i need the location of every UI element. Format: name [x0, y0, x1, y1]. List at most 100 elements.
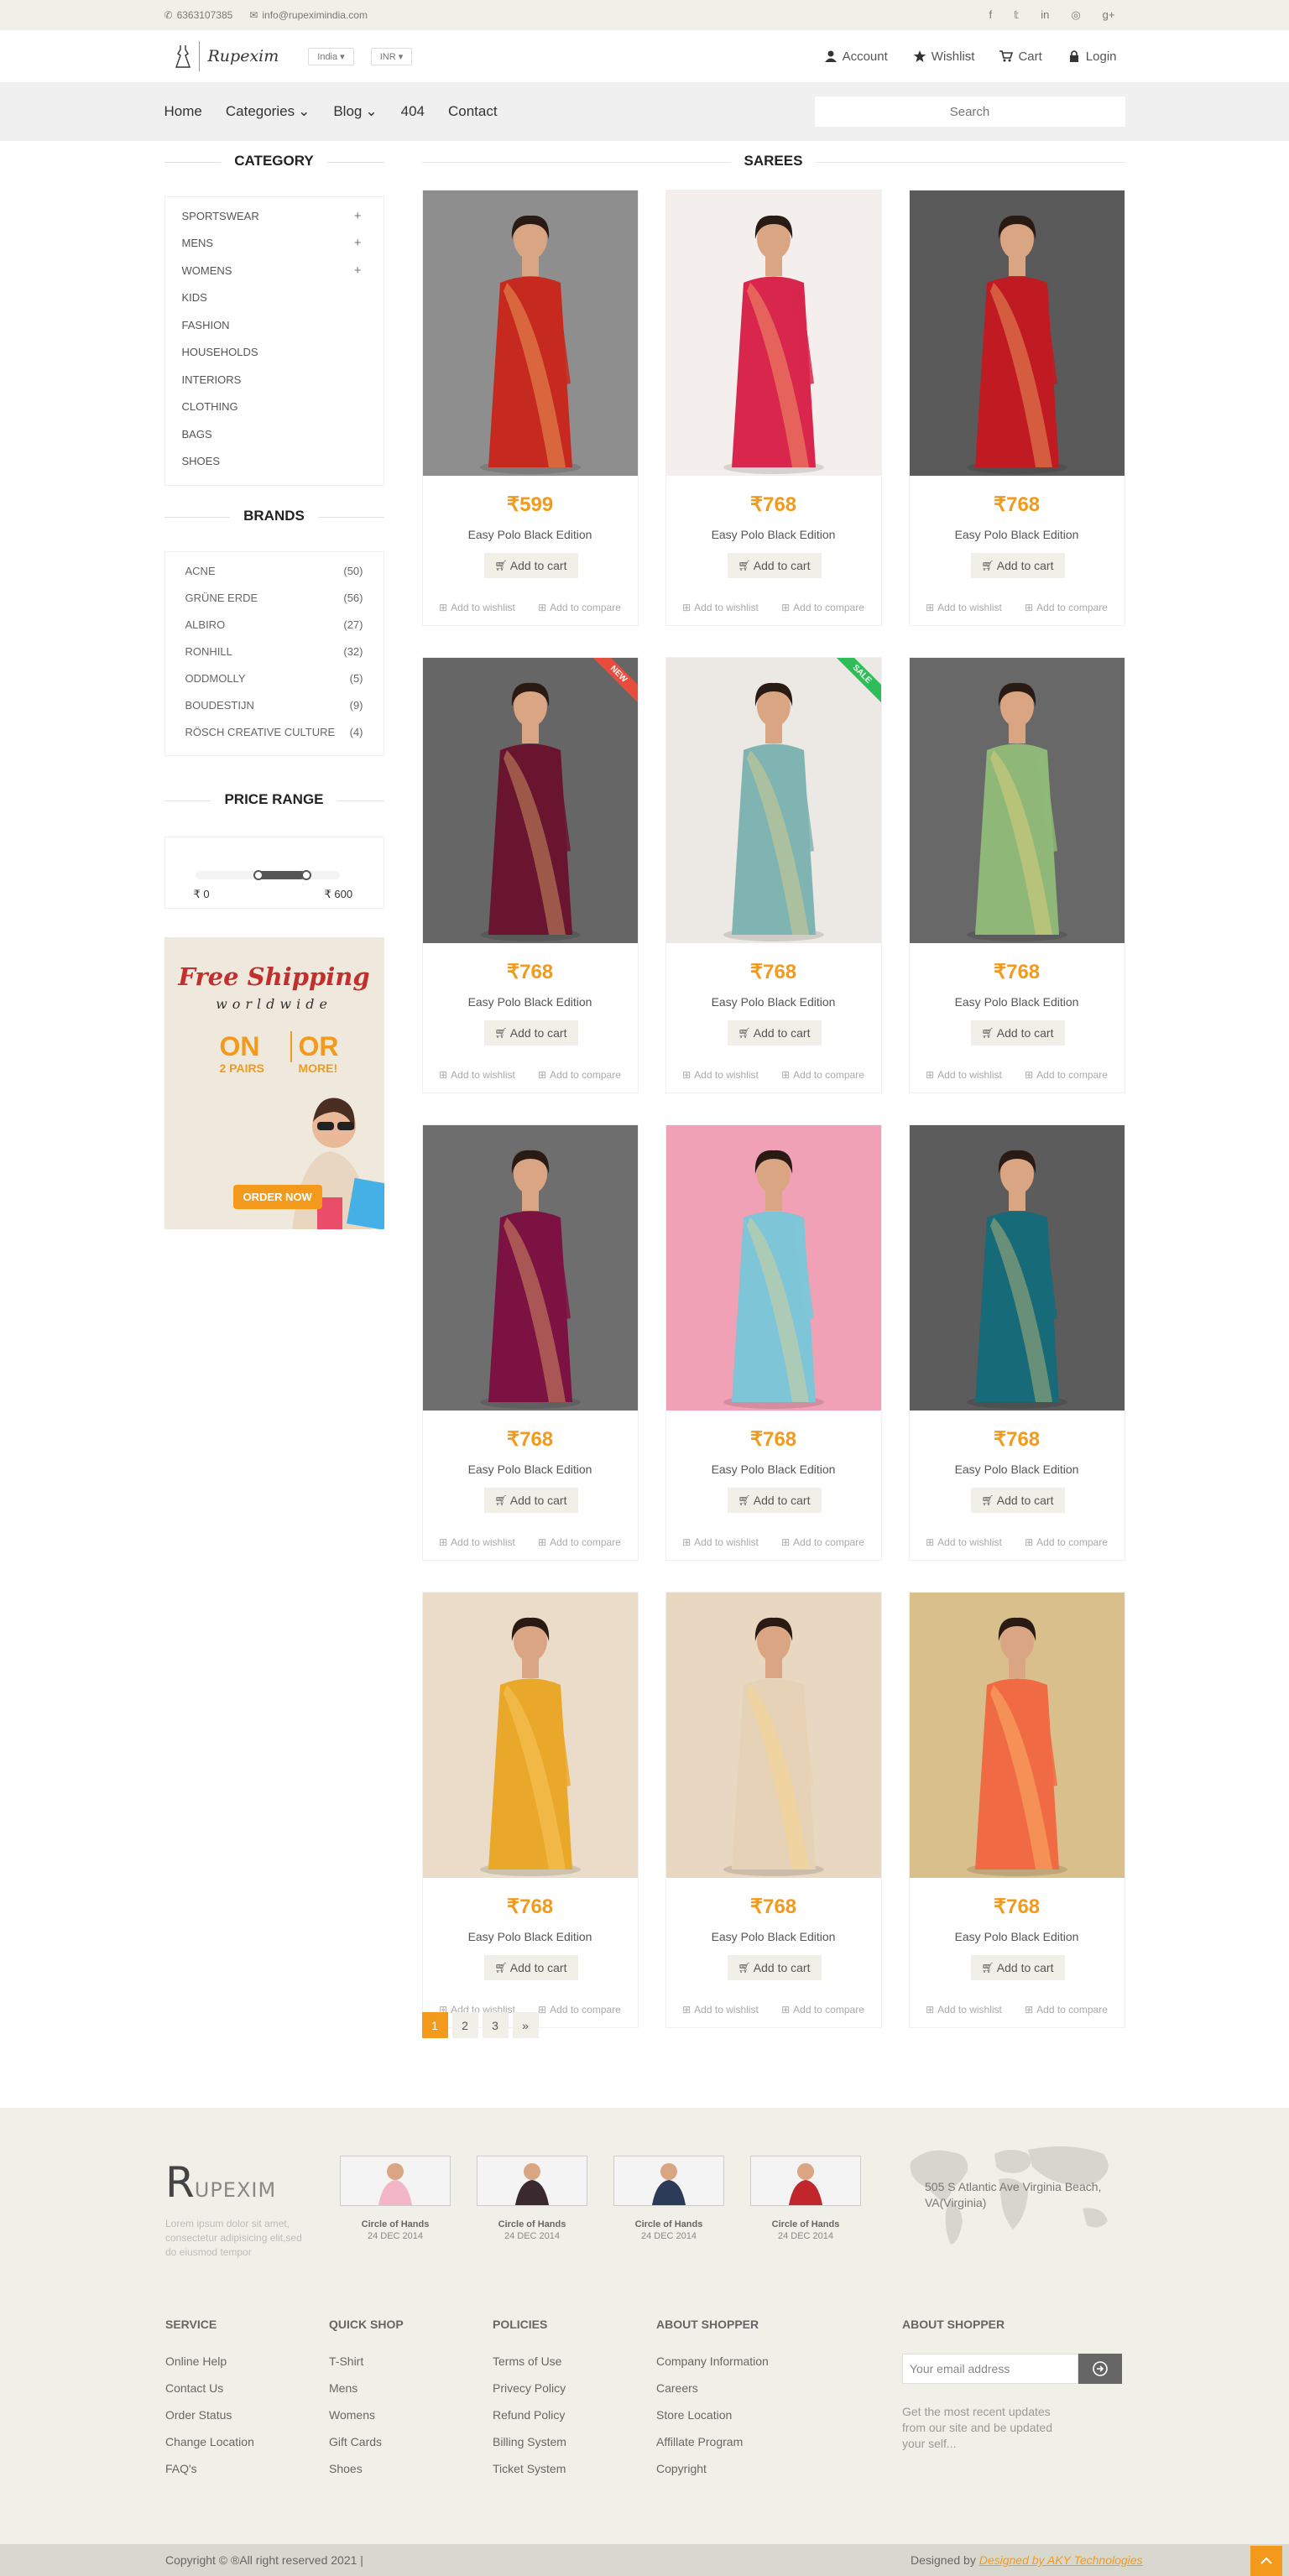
product-card[interactable]: ₹768 Easy Polo Black Edition 🛒︎ Add to cart… — [908, 1592, 1125, 2028]
footer-link[interactable]: Refund Policy — [493, 2408, 566, 2435]
menu-item-404[interactable]: 404 — [401, 103, 425, 120]
product-image[interactable] — [422, 1593, 638, 1878]
price-slider[interactable] — [195, 870, 340, 880]
footer-video-item[interactable]: Circle of Hands 24 DEC 2014 — [613, 2156, 724, 2241]
email-contact[interactable]: ✉ info@rupeximindia.com — [249, 9, 368, 21]
category-item[interactable]: INTERIORS — [182, 366, 367, 394]
add-to-compare-link[interactable]: ⊞ Add to compare — [781, 602, 864, 613]
add-to-wishlist-link[interactable]: ⊞ Add to wishlist — [682, 602, 759, 613]
login-link[interactable]: Login — [1067, 50, 1117, 64]
product-card[interactable]: SALE ₹768 Easy Polo Black Edition 🛒︎ Add to … — [665, 657, 882, 1093]
category-item[interactable]: MENS + — [182, 230, 367, 258]
add-to-wishlist-link[interactable]: ⊞ Add to wishlist — [682, 2004, 759, 2015]
add-to-compare-link[interactable]: ⊞ Add to compare — [1025, 602, 1108, 613]
add-to-compare-link[interactable]: ⊞ Add to compare — [538, 2004, 621, 2015]
slider-handle-min[interactable] — [253, 870, 264, 880]
site-logo[interactable]: Rupexim — [175, 41, 279, 71]
footer-link[interactable]: T-Shirt — [329, 2354, 404, 2381]
free-shipping-banner[interactable]: Free Shipping worldwide ON 2 PAIRS OR MO… — [164, 937, 384, 1229]
add-to-cart-button[interactable]: 🛒︎ Add to cart — [727, 1020, 822, 1046]
product-card[interactable]: ₹768 Easy Polo Black Edition 🛒︎ Add to cart… — [665, 1124, 882, 1561]
category-item[interactable]: SHOES — [182, 448, 367, 476]
footer-link[interactable]: Billing System — [493, 2435, 566, 2462]
product-image[interactable] — [909, 190, 1125, 476]
add-to-compare-link[interactable]: ⊞ Add to compare — [781, 1069, 864, 1081]
footer-link[interactable]: Affillate Program — [656, 2435, 769, 2462]
product-card[interactable]: ₹768 Easy Polo Black Edition 🛒︎ Add to cart… — [421, 1124, 639, 1561]
product-name[interactable]: Easy Polo Black Edition — [423, 1463, 638, 1476]
product-name[interactable]: Easy Polo Black Edition — [666, 1463, 881, 1476]
add-to-compare-link[interactable]: ⊞ Add to compare — [1025, 1536, 1108, 1548]
add-to-compare-link[interactable]: ⊞ Add to compare — [781, 2004, 864, 2015]
product-name[interactable]: Easy Polo Black Edition — [910, 528, 1125, 541]
back-to-top-button[interactable] — [1250, 2546, 1282, 2576]
product-image[interactable] — [665, 190, 881, 476]
add-to-cart-button[interactable]: 🛒︎ Add to cart — [727, 1955, 822, 1980]
page-button[interactable]: 1 — [421, 2012, 448, 2038]
footer-link[interactable]: Copyright — [656, 2462, 769, 2489]
footer-link[interactable]: Order Status — [165, 2408, 254, 2435]
category-item[interactable]: SPORTSWEAR + — [182, 202, 367, 230]
product-card[interactable]: ₹768 Easy Polo Black Edition 🛒︎ Add to cart… — [908, 1124, 1125, 1561]
add-to-cart-button[interactable]: 🛒︎ Add to cart — [970, 1955, 1065, 1980]
footer-link[interactable]: Womens — [329, 2408, 404, 2435]
product-name[interactable]: Easy Polo Black Edition — [666, 995, 881, 1009]
wishlist-link[interactable]: Wishlist — [913, 50, 974, 64]
product-name[interactable]: Easy Polo Black Edition — [666, 1930, 881, 1943]
footer-link[interactable]: Ticket System — [493, 2462, 566, 2489]
menu-item-contact[interactable]: Contact — [448, 103, 498, 120]
product-name[interactable]: Easy Polo Black Edition — [910, 995, 1125, 1009]
product-name[interactable]: Easy Polo Black Edition — [423, 995, 638, 1009]
subscribe-button[interactable] — [1078, 2354, 1122, 2384]
order-now-button[interactable]: ORDER NOW — [232, 1185, 322, 1209]
product-name[interactable]: Easy Polo Black Edition — [910, 1930, 1125, 1943]
footer-link[interactable]: Online Help — [165, 2354, 254, 2381]
plus-icon[interactable]: + — [354, 263, 362, 278]
add-to-cart-button[interactable]: 🛒︎ Add to cart — [970, 1020, 1065, 1046]
brand-item[interactable]: ODDMOLLY (5) — [185, 665, 363, 691]
product-image[interactable] — [665, 1593, 881, 1878]
product-card[interactable]: ₹768 Easy Polo Black Edition 🛒︎ Add to cart… — [665, 190, 882, 626]
video-thumbnail[interactable] — [613, 2156, 724, 2206]
dribbble-icon[interactable]: ◎ — [1071, 8, 1080, 22]
designer-link[interactable]: Designed by AKY Technologies — [979, 2553, 1143, 2567]
search-input[interactable] — [814, 96, 1125, 127]
brand-item[interactable]: BOUDESTIJN (9) — [185, 691, 363, 718]
footer-link[interactable]: Terms of Use — [493, 2354, 566, 2381]
add-to-cart-button[interactable]: 🛒︎ Add to cart — [483, 553, 578, 578]
google-plus-icon[interactable]: g+ — [1103, 8, 1115, 22]
footer-video-item[interactable]: Circle of Hands 24 DEC 2014 — [477, 2156, 587, 2241]
page-button[interactable]: 3 — [482, 2012, 509, 2038]
cart-link[interactable]: Cart — [999, 50, 1042, 64]
product-image[interactable] — [909, 658, 1125, 943]
facebook-icon[interactable]: f — [989, 8, 993, 22]
product-name[interactable]: Easy Polo Black Edition — [666, 528, 881, 541]
category-item[interactable]: CLOTHING — [182, 394, 367, 421]
category-item[interactable]: WOMENS + — [182, 257, 367, 284]
add-to-cart-button[interactable]: 🛒︎ Add to cart — [970, 553, 1065, 578]
video-thumbnail[interactable] — [750, 2156, 861, 2206]
add-to-wishlist-link[interactable]: ⊞ Add to wishlist — [926, 1069, 1002, 1081]
product-card[interactable]: ₹768 Easy Polo Black Edition 🛒︎ Add to cart… — [908, 190, 1125, 626]
page-button[interactable]: 2 — [451, 2012, 478, 2038]
category-item[interactable]: HOUSEHOLDS — [182, 339, 367, 367]
add-to-compare-link[interactable]: ⊞ Add to compare — [538, 602, 621, 613]
footer-logo[interactable]: RUPEXIM — [165, 2158, 276, 2207]
menu-item-categories[interactable]: Categories ⌄ — [226, 103, 310, 120]
product-name[interactable]: Easy Polo Black Edition — [423, 528, 638, 541]
next-page-button[interactable]: » — [512, 2012, 539, 2038]
product-image[interactable] — [422, 1125, 638, 1411]
add-to-wishlist-link[interactable]: ⊞ Add to wishlist — [439, 1536, 515, 1548]
brand-item[interactable]: ALBIRO (27) — [185, 611, 363, 638]
footer-link[interactable]: Shoes — [329, 2462, 404, 2489]
brand-item[interactable]: RONHILL (32) — [185, 638, 363, 665]
footer-link[interactable]: Careers — [656, 2381, 769, 2408]
footer-link[interactable]: Company Information — [656, 2354, 769, 2381]
footer-link[interactable]: Privecy Policy — [493, 2381, 566, 2408]
add-to-compare-link[interactable]: ⊞ Add to compare — [538, 1069, 621, 1081]
add-to-cart-button[interactable]: 🛒︎ Add to cart — [970, 1488, 1065, 1513]
plus-icon[interactable]: + — [354, 236, 362, 250]
brand-item[interactable]: GRÜNE ERDE (56) — [185, 584, 363, 611]
currency-select[interactable]: INR ▾ — [370, 47, 413, 65]
phone-contact[interactable]: ✆ 6363107385 — [164, 9, 233, 21]
